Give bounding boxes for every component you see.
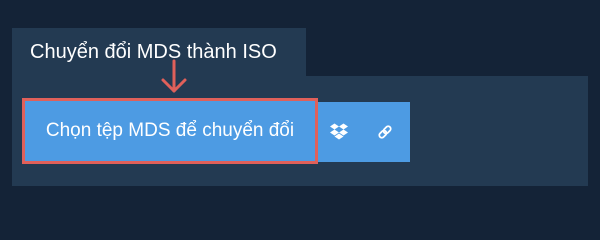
link-button[interactable] [360,102,410,162]
choose-file-label: Chọn tệp MDS để chuyển đổi [45,120,295,141]
page-title: Chuyển đổi MDS thành ISO [30,41,277,63]
choose-file-button[interactable]: Chọn tệp MDS để chuyển đổi [22,98,318,164]
link-icon [378,125,392,139]
arrow-down-icon [161,59,187,93]
dropbox-icon [330,123,348,140]
dropbox-button[interactable] [318,102,360,162]
